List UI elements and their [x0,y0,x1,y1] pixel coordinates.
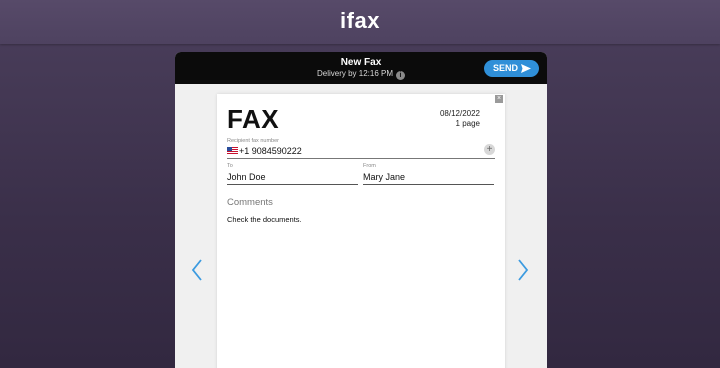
delivery-text: Delivery by 12:16 PM [316,69,394,78]
comments-field[interactable]: Check the documents. [227,215,302,224]
ifax-logo[interactable]: ifax [0,8,720,34]
paper-plane-icon [521,64,531,73]
chevron-left-icon[interactable] [189,258,205,282]
send-label: SEND [493,63,519,73]
recipient-fax-field[interactable]: +1 9084590222 + [227,144,495,159]
from-field[interactable]: Mary Jane [363,171,494,185]
top-bar: ifax [0,0,720,44]
to-label: To [227,163,233,169]
send-button[interactable]: SEND [484,60,539,77]
chevron-right-icon[interactable] [515,258,531,282]
new-fax-panel: New Fax Delivery by 12:16 PM i SEND × FAX… [175,52,547,368]
fax-page-count: 1 page [455,119,480,128]
to-field[interactable]: John Doe [227,171,358,185]
close-icon[interactable]: × [495,95,503,103]
recipient-number[interactable]: +1 9084590222 [239,146,302,156]
us-flag-icon[interactable] [227,147,238,154]
add-recipient-icon[interactable]: + [484,144,495,155]
comments-label: Comments [227,197,273,208]
info-icon[interactable]: i [396,71,406,80]
fax-cover-page: × FAX 08/12/2022 1 page Recipient fax nu… [217,94,505,368]
panel-header: New Fax Delivery by 12:16 PM i SEND [175,52,547,84]
recipient-label: Recipient fax number [227,138,279,144]
fax-title: FAX [227,104,280,134]
from-label: From [363,163,376,169]
fax-date: 08/12/2022 [439,109,480,118]
